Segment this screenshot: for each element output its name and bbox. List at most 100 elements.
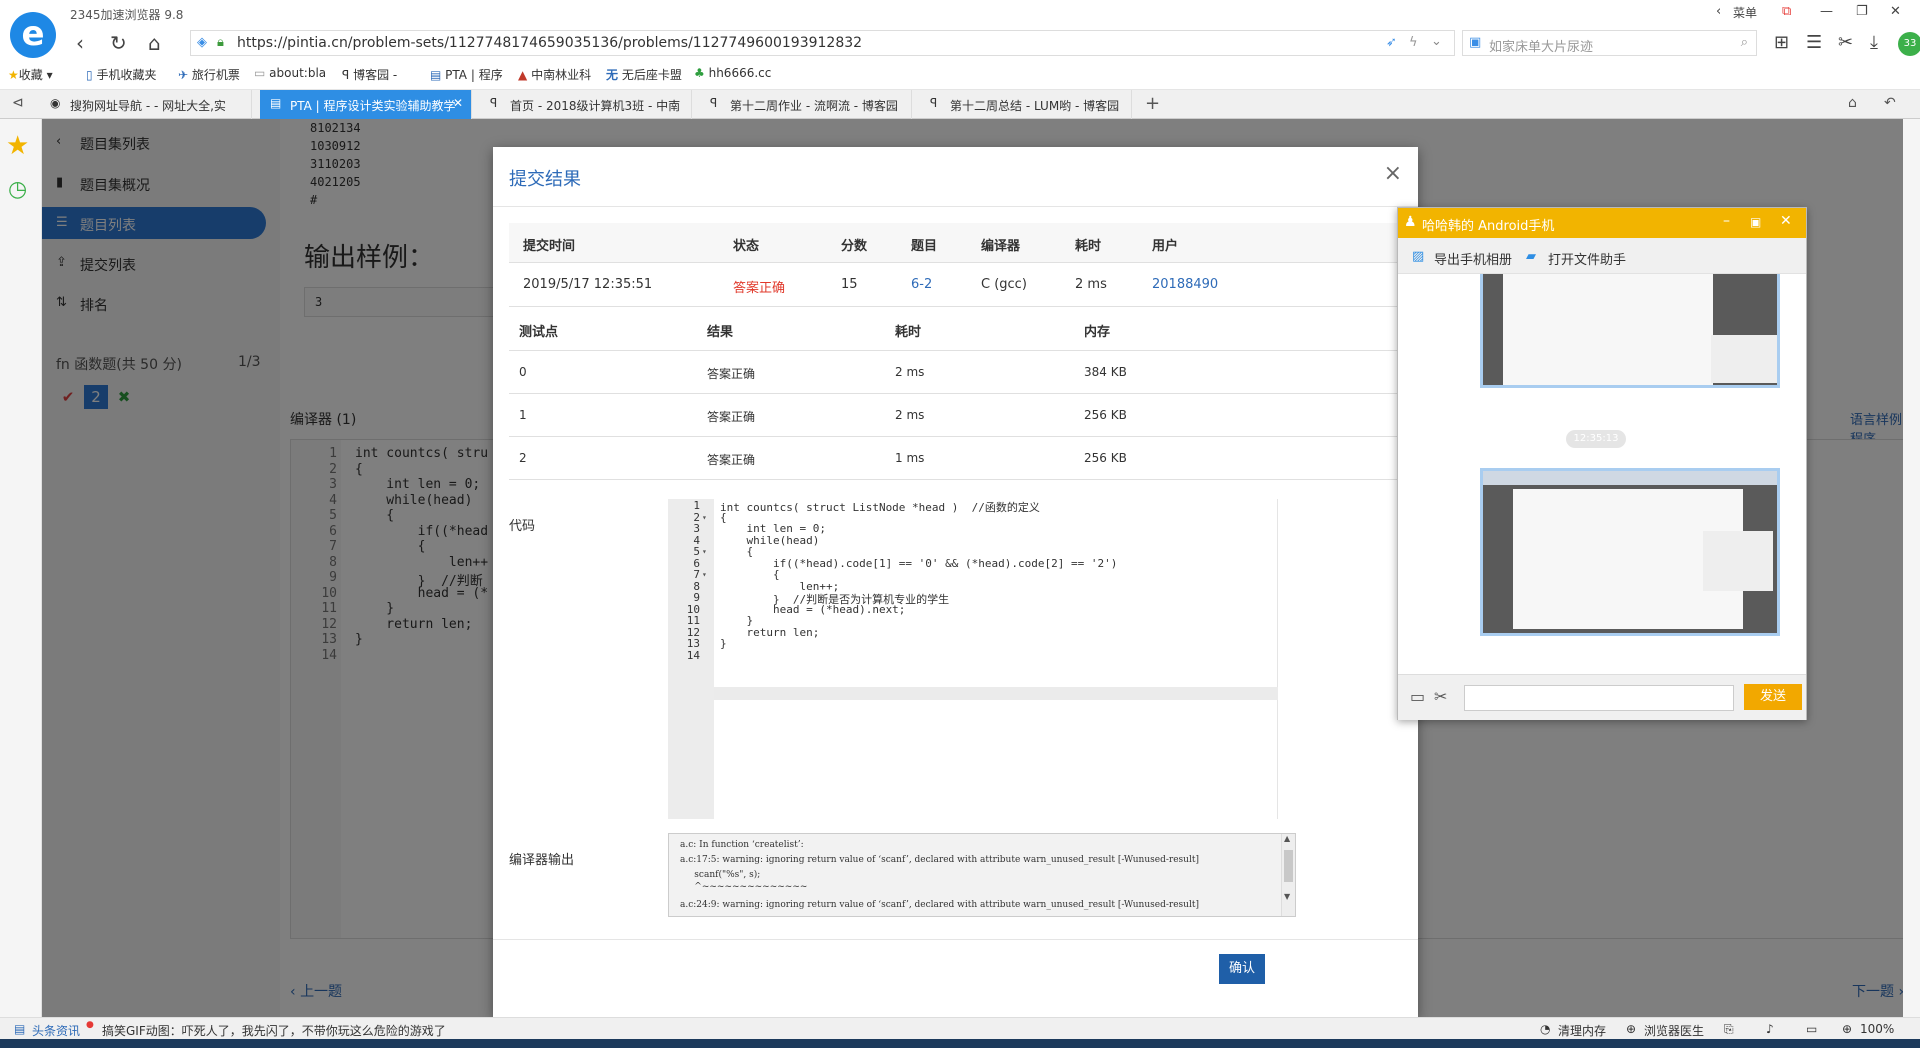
- bookmark-label: 博客园 -: [353, 68, 398, 82]
- bookmark-label: hh6666.cc: [708, 66, 772, 80]
- badge-count[interactable]: 33: [1898, 32, 1920, 56]
- history-clock-icon[interactable]: ◷: [8, 177, 27, 202]
- fold-toggle-icon[interactable]: ▾: [702, 570, 707, 579]
- compiler-output-box[interactable]: a.c: In function ‘createlist’: a.c:17:5:…: [668, 833, 1296, 917]
- tab-bar: ⊲ ◉ 搜狗网址导航 - - 网址大全,实 ▤ PTA | 程序设计类实验辅助教学 ✕…: [0, 90, 1920, 119]
- bookmark-about[interactable]: ▭ about:bla: [254, 66, 326, 80]
- tab-week12-summary[interactable]: ꟼ 第十二周总结 - LUM哟 - 博客园: [920, 90, 1132, 119]
- export-album-button[interactable]: 导出手机相册: [1434, 249, 1512, 268]
- chevron-down-icon[interactable]: ⌄: [1431, 34, 1442, 49]
- score-value: 15: [841, 277, 858, 292]
- testcase-id: 1: [519, 408, 527, 422]
- tab-week12-homework[interactable]: ꟼ 第十二周作业 - 流啊流 - 博客园: [700, 90, 912, 119]
- window-icon[interactable]: ▭: [1806, 1022, 1817, 1036]
- minimize-button[interactable]: —: [1820, 4, 1833, 19]
- qq-window-title: 哈哈韩的 Android手机: [1422, 219, 1555, 234]
- confirm-button[interactable]: 确认: [1219, 954, 1265, 984]
- scissors-icon[interactable]: ✂: [1434, 687, 1447, 706]
- search-icon[interactable]: ⌕: [1741, 35, 1748, 50]
- pta-icon: ▤: [430, 68, 442, 82]
- right-scroll-rail[interactable]: [1903, 119, 1920, 1017]
- status-badge: 答案正确: [733, 281, 786, 296]
- screenshot-icon[interactable]: ⎘: [1724, 1022, 1734, 1037]
- summary-table-header: 提交时间 状态 分数 题目 编译器 耗时 用户: [509, 223, 1409, 263]
- bookmark-label: 收藏: [18, 68, 43, 82]
- fold-toggle-icon[interactable]: ▾: [702, 547, 707, 556]
- menu-button[interactable]: 菜单: [1733, 4, 1757, 21]
- volume-icon[interactable]: ♪: [1766, 1022, 1774, 1036]
- folder-icon[interactable]: ▭: [1410, 687, 1425, 706]
- bookmark-pta[interactable]: ▤ PTA | 程序: [430, 66, 503, 83]
- problem-link[interactable]: 6-2: [911, 277, 932, 292]
- back-small-icon[interactable]: ‹: [1716, 4, 1721, 19]
- search-box[interactable]: ▣ 如家床单大片尿迹 ⌕: [1462, 30, 1757, 56]
- header-result: 结果: [707, 325, 734, 340]
- tab-list-icon[interactable]: ⌂: [1848, 95, 1857, 111]
- browser-doctor-button[interactable]: 浏览器医生: [1644, 1022, 1704, 1039]
- testcase-time: 2 ms: [895, 365, 925, 379]
- reader-icon[interactable]: ☰: [1806, 32, 1822, 54]
- scissors-icon[interactable]: ✂: [1838, 32, 1853, 54]
- header-user: 用户: [1152, 239, 1179, 254]
- fold-toggle-icon[interactable]: ▾: [702, 513, 707, 522]
- tab-label: 首页 - 2018级计算机3班 - 中南: [510, 99, 681, 113]
- scroll-down-icon[interactable]: ▼: [1284, 892, 1290, 901]
- close-icon[interactable]: ×: [1384, 161, 1402, 186]
- compiler-scrollbar[interactable]: ▲ ▼: [1281, 834, 1295, 916]
- favorites-star-icon[interactable]: ★: [6, 131, 29, 161]
- scroll-thumb[interactable]: [1284, 850, 1293, 882]
- address-bar[interactable]: ◈ 🔒︎ https://pintia.cn/problem-sets/1127…: [190, 30, 1455, 56]
- close-window-button[interactable]: ✕: [1890, 4, 1901, 19]
- bookmark-mobile[interactable]: ▯ 手机收藏夹: [86, 66, 156, 83]
- bookmark-flights[interactable]: ✈ 旅行机票: [178, 66, 240, 83]
- testcase-memory: 256 KB: [1084, 451, 1127, 465]
- submitted-code-viewer[interactable]: 1 int countcs( struct ListNode *head ) //…: [668, 499, 1278, 819]
- bookmark-hh6666[interactable]: ♣ hh6666.cc: [694, 66, 771, 80]
- sidebar-toggle-icon[interactable]: ⊲: [12, 95, 24, 111]
- scroll-up-icon[interactable]: ▲: [1284, 834, 1290, 843]
- send-button[interactable]: 发送: [1744, 684, 1802, 710]
- restore-button[interactable]: ❐: [1856, 4, 1868, 19]
- tab-sogou[interactable]: ◉ 搜狗网址导航 - - 网址大全,实: [40, 90, 252, 119]
- news-icon: ▤: [14, 1022, 26, 1036]
- rocket-icon[interactable]: ➶: [1386, 35, 1397, 50]
- news-label[interactable]: 头条资讯: [32, 1022, 80, 1039]
- header-problem: 题目: [911, 239, 938, 254]
- tab-pta[interactable]: ▤ PTA | 程序设计类实验辅助教学 ✕: [260, 90, 472, 119]
- header-memory: 内存: [1084, 325, 1111, 340]
- clean-memory-button[interactable]: 清理内存: [1558, 1022, 1606, 1039]
- screenshot-message[interactable]: [1480, 468, 1780, 636]
- qq-maximize-button[interactable]: ▣: [1750, 215, 1761, 229]
- apps-icon[interactable]: ⊞: [1774, 32, 1789, 54]
- undo-close-icon[interactable]: ↶: [1884, 95, 1896, 111]
- screenshot-message[interactable]: [1480, 274, 1780, 388]
- tab-class-home[interactable]: ꟼ 首页 - 2018级计算机3班 - 中南: [480, 90, 692, 119]
- zoom-level[interactable]: 100%: [1860, 1022, 1894, 1036]
- bookmark-label: about:bla: [269, 66, 327, 80]
- qq-minimize-button[interactable]: –: [1723, 213, 1730, 229]
- back-button[interactable]: ‹: [76, 32, 84, 54]
- submit-time: 2019/5/17 12:35:51: [523, 277, 653, 292]
- qq-message-input[interactable]: [1464, 685, 1734, 711]
- bookmark-card[interactable]: 无 无后座卡盟: [606, 66, 682, 83]
- refresh-button[interactable]: ↻: [110, 32, 127, 54]
- home-button[interactable]: ⌂: [148, 32, 161, 54]
- new-tab-button[interactable]: +: [1145, 93, 1160, 114]
- download-icon[interactable]: ⤓: [1870, 32, 1878, 54]
- open-file-helper-button[interactable]: 打开文件助手: [1548, 249, 1626, 268]
- user-link[interactable]: 20188490: [1152, 277, 1218, 292]
- search-input[interactable]: 如家床单大片尿迹: [1489, 36, 1593, 55]
- bookmark-school[interactable]: ▲ 中南林业科: [518, 66, 591, 83]
- close-tab-icon[interactable]: ✕: [453, 96, 463, 110]
- lightning-icon[interactable]: ϟ: [1409, 35, 1418, 50]
- news-ticker[interactable]: 搞笑GIF动图：吓死人了，我先闪了，不带你玩这么危险的游戏了: [102, 1022, 446, 1039]
- bookmark-label: 旅行机票: [191, 68, 240, 82]
- phone-icon: ▯: [86, 68, 93, 82]
- bookmark-cnblogs[interactable]: ꟼ 博客园 -: [342, 66, 397, 83]
- gift-icon[interactable]: ⧉: [1782, 4, 1791, 19]
- code-line: int countcs( struct ListNode *head ) //函…: [720, 501, 1040, 514]
- testcase-result: 答案正确: [707, 367, 756, 381]
- qq-close-button[interactable]: ✕: [1780, 213, 1792, 229]
- sogou-icon: ◉: [50, 96, 61, 110]
- bookmark-favorites[interactable]: ★收藏 ▾: [8, 66, 53, 83]
